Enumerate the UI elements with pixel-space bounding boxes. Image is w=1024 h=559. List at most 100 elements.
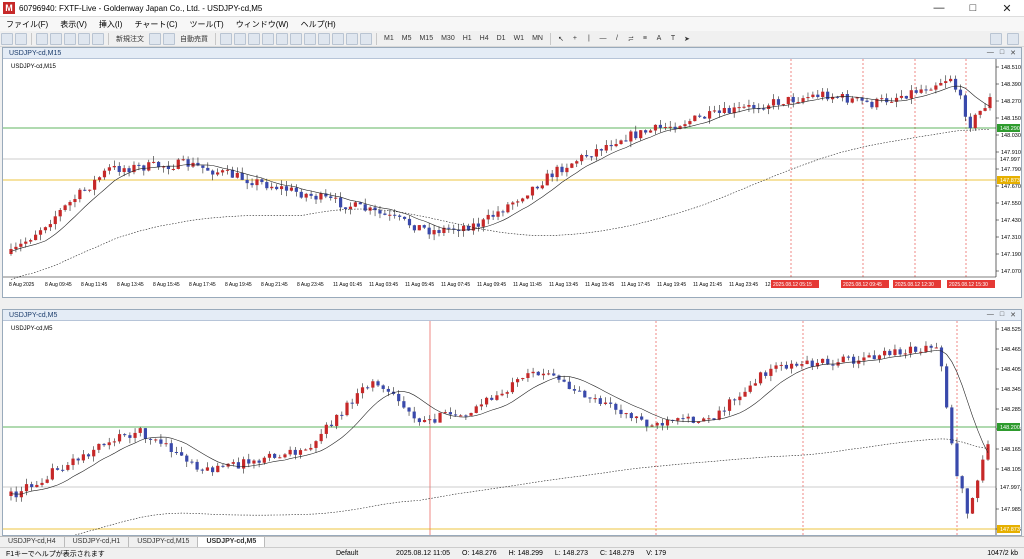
strategy-tester-icon[interactable] [92, 32, 104, 45]
candle [516, 201, 520, 203]
candle [653, 124, 658, 131]
autoscroll-icon[interactable] [304, 32, 316, 45]
minimize-icon[interactable]: — [987, 49, 994, 57]
candle [536, 371, 540, 376]
price-tick-label: 147.310 [1001, 235, 1021, 241]
timeframe-d1[interactable]: D1 [494, 33, 509, 45]
candle [169, 443, 173, 452]
market-watch-icon[interactable] [36, 32, 48, 45]
time-tick-label: 11 Aug 17:45 [621, 282, 650, 288]
chart-window-m15[interactable]: USDJPY-cd,M15 — □ ✕ USDJPY-cd,M15 148.510 1… [2, 47, 1022, 298]
new-order-button[interactable]: 新規注文 [113, 33, 147, 45]
label-icon[interactable]: T [667, 33, 679, 45]
tab-usdjpy-m5[interactable]: USDJPY-cd,M5 [198, 537, 266, 547]
fibonacci-icon[interactable]: ≡ [639, 33, 651, 45]
timeframe-m5[interactable]: M5 [399, 33, 415, 45]
tile-windows-icon[interactable] [290, 32, 302, 45]
candle [231, 462, 235, 464]
chart-shift-icon[interactable] [318, 32, 330, 45]
candle [230, 169, 234, 178]
maximize-icon[interactable]: □ [1000, 311, 1004, 319]
new-chart-icon[interactable] [1, 32, 13, 45]
arrows-icon[interactable]: ➤ [681, 33, 693, 45]
maximize-icon[interactable]: □ [956, 2, 990, 14]
status-close: C: 148.279 [599, 550, 635, 557]
candle [427, 227, 431, 235]
crosshair-icon[interactable]: + [569, 33, 581, 45]
menu-help[interactable]: ヘルプ(H) [295, 19, 342, 30]
candle [511, 202, 515, 205]
candle [335, 414, 339, 426]
zoom-out-icon[interactable] [276, 32, 288, 45]
tab-usdjpy-m15[interactable]: USDJPY-cd,M15 [129, 537, 199, 547]
close-icon[interactable]: ✕ [1010, 49, 1016, 57]
candle [973, 114, 977, 129]
cursor-icon[interactable]: ↖ [555, 33, 567, 45]
candle [872, 355, 876, 360]
candlestick-icon[interactable] [234, 32, 246, 45]
menu-view[interactable]: 表示(V) [54, 19, 93, 30]
data-window-icon[interactable] [50, 32, 62, 45]
candle [753, 383, 757, 386]
timeframe-w1[interactable]: W1 [511, 33, 528, 45]
tab-usdjpy-h1[interactable]: USDJPY-cd,H1 [65, 537, 130, 547]
metaeditor-icon[interactable] [149, 32, 161, 45]
trendline-icon[interactable]: / [611, 33, 623, 45]
menu-file[interactable]: ファイル(F) [0, 19, 54, 30]
candle [133, 432, 137, 438]
text-icon[interactable]: A [653, 33, 665, 45]
candle [174, 451, 179, 453]
candle [764, 372, 768, 376]
candle [510, 382, 515, 393]
channel-icon[interactable]: ≓ [625, 33, 637, 45]
zoom-in-icon[interactable] [262, 32, 274, 45]
profiles-icon[interactable] [15, 32, 27, 45]
timeframe-h4[interactable]: H4 [477, 33, 492, 45]
horizontal-line-icon[interactable]: — [597, 33, 609, 45]
line-chart-icon[interactable] [248, 32, 260, 45]
templates-icon[interactable] [360, 32, 372, 45]
candle [339, 197, 343, 208]
candle [758, 372, 763, 384]
candle [186, 159, 190, 167]
close-icon[interactable]: ✕ [1010, 311, 1016, 319]
terminal-icon[interactable] [78, 32, 90, 45]
auto-trade-button[interactable]: 自動売買 [177, 33, 211, 45]
chart-canvas-m15[interactable]: USDJPY-cd,M15 148.510 148.390 148.270 148.1… [3, 59, 1021, 297]
chart-window-m5[interactable]: USDJPY-cd,M5 — □ ✕ USDJPY-cd,M5 148.525 148… [2, 309, 1022, 550]
minimize-icon[interactable]: — [987, 311, 994, 319]
chart-canvas-m5[interactable]: USDJPY-cd,M5 148.525 148.465 148.405 148.34… [3, 321, 1021, 550]
candle [267, 453, 272, 458]
menu-tools[interactable]: ツール(T) [183, 19, 229, 30]
minimize-icon[interactable]: — [922, 2, 956, 14]
time-tick-label: 8 Aug 23:45 [297, 282, 324, 288]
signals-icon[interactable] [163, 32, 175, 45]
marker-time-badge: 2025.08.12 12:30 [895, 282, 934, 288]
timeframe-m30[interactable]: M30 [438, 33, 458, 45]
candle [371, 381, 375, 388]
candle [722, 410, 726, 412]
menu-charts[interactable]: チャート(C) [128, 19, 183, 30]
candle [683, 124, 687, 127]
indicators-icon[interactable] [332, 32, 344, 45]
timeframe-m15[interactable]: M15 [416, 33, 436, 45]
candle [698, 115, 702, 117]
close-icon[interactable]: ✕ [990, 2, 1024, 15]
menu-insert[interactable]: 挿入(I) [93, 19, 129, 30]
menu-window[interactable]: ウィンドウ(W) [230, 19, 295, 30]
chat-icon[interactable] [1007, 32, 1019, 45]
candle [262, 457, 266, 463]
bar-chart-icon[interactable] [220, 32, 232, 45]
timeframe-mn[interactable]: MN [529, 33, 546, 45]
candle [981, 459, 985, 481]
vertical-line-icon[interactable]: | [583, 33, 595, 45]
tab-usdjpy-h4[interactable]: USDJPY-cd,H4 [0, 537, 65, 547]
candle [61, 469, 65, 471]
maximize-icon[interactable]: □ [1000, 49, 1004, 57]
periods-icon[interactable] [346, 32, 358, 45]
navigator-icon[interactable] [64, 32, 76, 45]
timeframe-h1[interactable]: H1 [460, 33, 475, 45]
candle [593, 398, 597, 400]
timeframe-m1[interactable]: M1 [381, 33, 397, 45]
search-icon[interactable] [990, 32, 1002, 45]
